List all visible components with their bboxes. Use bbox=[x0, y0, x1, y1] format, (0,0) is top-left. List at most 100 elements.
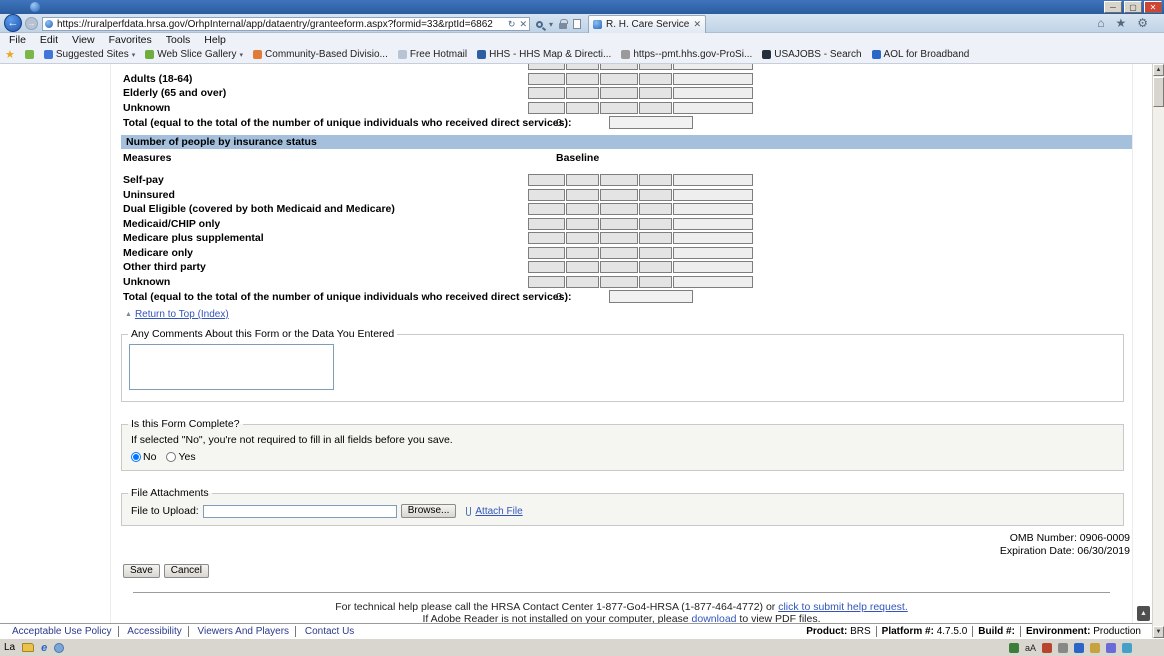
measure-input[interactable] bbox=[639, 247, 672, 259]
measure-input[interactable] bbox=[528, 87, 565, 99]
measure-input[interactable] bbox=[600, 247, 638, 259]
measure-input[interactable] bbox=[673, 174, 753, 186]
favorite-pmt[interactable]: https--pmt.hhs.gov-ProSi... bbox=[621, 49, 752, 60]
measure-input[interactable] bbox=[528, 261, 565, 273]
measure-input[interactable] bbox=[639, 276, 672, 288]
favorites-list-icon[interactable] bbox=[25, 50, 34, 59]
measure-input[interactable] bbox=[673, 247, 753, 259]
measure-input[interactable] bbox=[528, 73, 565, 85]
measure-input[interactable] bbox=[600, 87, 638, 99]
link-acceptable-use-policy[interactable]: Acceptable Use Policy bbox=[6, 626, 119, 637]
measure-input[interactable] bbox=[639, 87, 672, 99]
age-total-input[interactable] bbox=[609, 116, 693, 129]
vertical-scrollbar[interactable]: ▲ ▼ bbox=[1152, 64, 1164, 638]
favorite-hhs-map[interactable]: HHS - HHS Map & Directi... bbox=[477, 49, 611, 60]
measure-input[interactable] bbox=[566, 247, 599, 259]
tray-language-label[interactable]: aA bbox=[1025, 643, 1036, 653]
measure-input[interactable] bbox=[639, 174, 672, 186]
tab-close-button[interactable]: ✕ bbox=[693, 19, 701, 30]
menu-help[interactable]: Help bbox=[197, 34, 233, 46]
compatibility-view-icon[interactable] bbox=[573, 19, 581, 29]
tray-icon-2[interactable] bbox=[1042, 643, 1052, 653]
menu-favorites[interactable]: Favorites bbox=[102, 34, 159, 46]
close-button[interactable]: ✕ bbox=[1144, 1, 1162, 13]
measure-input[interactable] bbox=[528, 64, 565, 70]
measure-input[interactable] bbox=[673, 261, 753, 273]
home-icon[interactable]: ⌂ bbox=[1097, 16, 1104, 30]
measure-input[interactable] bbox=[600, 73, 638, 85]
measure-input[interactable] bbox=[639, 102, 672, 114]
tray-icon-6[interactable] bbox=[1106, 643, 1116, 653]
measure-input[interactable] bbox=[528, 174, 565, 186]
favorite-web-slice-gallery[interactable]: Web Slice Gallery ▾ bbox=[145, 49, 243, 60]
tray-icon-5[interactable] bbox=[1090, 643, 1100, 653]
measure-input[interactable] bbox=[639, 218, 672, 230]
insurance-total-input[interactable] bbox=[609, 290, 693, 303]
return-top-link[interactable]: Return to Top (Index) bbox=[135, 309, 229, 320]
measure-input[interactable] bbox=[566, 218, 599, 230]
browse-button[interactable]: Browse... bbox=[401, 504, 457, 518]
measure-input[interactable] bbox=[600, 102, 638, 114]
measure-input[interactable] bbox=[673, 203, 753, 215]
forward-button[interactable]: → bbox=[25, 17, 38, 30]
measure-input[interactable] bbox=[673, 87, 753, 99]
tray-icon-3[interactable] bbox=[1058, 643, 1068, 653]
link-viewers-and-players[interactable]: Viewers And Players bbox=[192, 626, 297, 637]
measure-input[interactable] bbox=[673, 102, 753, 114]
measure-input[interactable] bbox=[639, 73, 672, 85]
measure-input[interactable] bbox=[639, 232, 672, 244]
measure-input[interactable] bbox=[528, 247, 565, 259]
measure-input[interactable] bbox=[600, 174, 638, 186]
comments-textarea[interactable] bbox=[129, 344, 334, 390]
tray-icon-7[interactable] bbox=[1122, 643, 1132, 653]
measure-input[interactable] bbox=[673, 276, 753, 288]
folder-icon[interactable] bbox=[22, 643, 34, 652]
measure-input[interactable] bbox=[528, 232, 565, 244]
file-upload-input[interactable] bbox=[203, 505, 397, 518]
add-favorite-icon[interactable]: ★ bbox=[5, 47, 15, 63]
measure-input[interactable] bbox=[639, 261, 672, 273]
cancel-button[interactable]: Cancel bbox=[164, 564, 209, 578]
measure-input[interactable] bbox=[673, 189, 753, 201]
link-accessibility[interactable]: Accessibility bbox=[121, 626, 188, 637]
favorite-aol[interactable]: AOL for Broadband bbox=[872, 49, 970, 60]
measure-input[interactable] bbox=[528, 218, 565, 230]
favorite-community-based[interactable]: Community-Based Divisio... bbox=[253, 49, 388, 60]
scroll-up-button[interactable]: ▲ bbox=[1153, 64, 1164, 76]
radio-no-label[interactable]: No bbox=[143, 451, 156, 463]
minimize-button[interactable]: ─ bbox=[1104, 1, 1122, 13]
url-text[interactable]: https://ruralperfdata.hrsa.gov/OrhpInter… bbox=[57, 19, 503, 31]
favorite-suggested-sites[interactable]: Suggested Sites ▾ bbox=[44, 49, 135, 60]
measure-input[interactable] bbox=[600, 189, 638, 201]
stop-icon[interactable]: ✕ bbox=[519, 18, 527, 30]
menu-view[interactable]: View bbox=[65, 34, 102, 46]
measure-input[interactable] bbox=[528, 189, 565, 201]
taskbar-label[interactable]: La bbox=[4, 642, 15, 653]
refresh-icon[interactable]: ↻ bbox=[508, 18, 516, 30]
measure-input[interactable] bbox=[528, 102, 565, 114]
save-button[interactable]: Save bbox=[123, 564, 160, 578]
measure-input[interactable] bbox=[673, 218, 753, 230]
radio-yes[interactable] bbox=[166, 452, 176, 462]
back-button[interactable]: ← bbox=[4, 14, 22, 32]
radio-yes-label[interactable]: Yes bbox=[178, 451, 195, 463]
submit-help-link[interactable]: click to submit help request. bbox=[778, 601, 908, 613]
ie-icon[interactable]: e bbox=[41, 642, 47, 654]
measure-input[interactable] bbox=[566, 261, 599, 273]
measure-input[interactable] bbox=[566, 87, 599, 99]
measure-input[interactable] bbox=[566, 276, 599, 288]
taskbar-app-icon[interactable] bbox=[54, 643, 64, 653]
measure-input[interactable] bbox=[673, 73, 753, 85]
measure-input[interactable] bbox=[600, 232, 638, 244]
measure-input[interactable] bbox=[566, 64, 599, 70]
link-contact-us[interactable]: Contact Us bbox=[299, 626, 360, 637]
measure-input[interactable] bbox=[600, 261, 638, 273]
measure-input[interactable] bbox=[673, 64, 753, 70]
favorites-star-icon[interactable]: ★ bbox=[1115, 16, 1126, 30]
measure-input[interactable] bbox=[566, 232, 599, 244]
menu-file[interactable]: File bbox=[2, 34, 33, 46]
measure-input[interactable] bbox=[528, 203, 565, 215]
tray-icon-4[interactable] bbox=[1074, 643, 1084, 653]
radio-no[interactable] bbox=[131, 452, 141, 462]
search-dropdown-caret[interactable]: ▾ bbox=[549, 20, 553, 29]
